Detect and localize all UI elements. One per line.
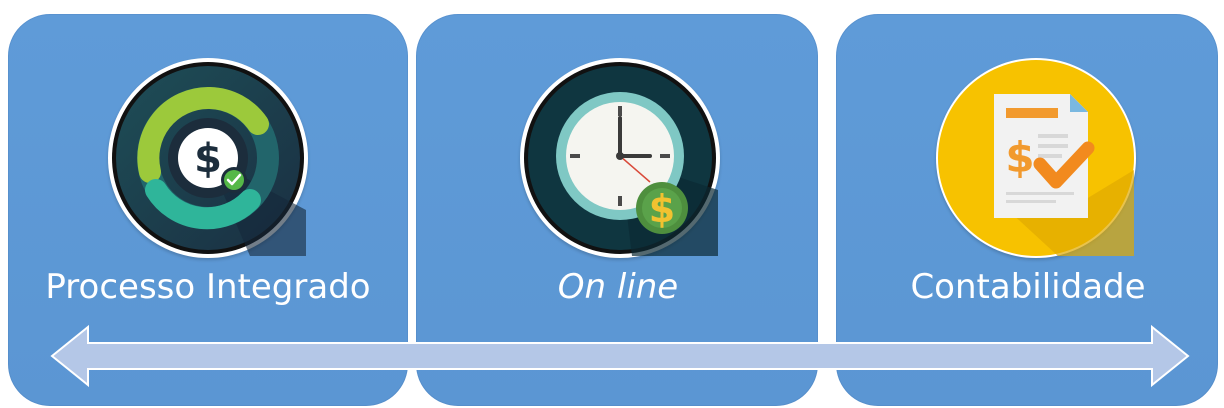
invoice-check-icon: $ xyxy=(936,58,1136,258)
svg-text:$: $ xyxy=(649,187,675,231)
label-on-line: On line xyxy=(557,267,679,307)
label-contabilidade: Contabilidade xyxy=(910,267,1146,307)
dollar-ring-icon: $ xyxy=(108,58,308,258)
svg-text:$: $ xyxy=(194,136,222,182)
label-processo-integrado: Processo Integrado xyxy=(45,267,371,307)
diagram: $ $ $ Processo Integrado On line Contabi… xyxy=(0,0,1224,408)
clock-dollar-icon: $ xyxy=(520,58,720,258)
svg-text:$: $ xyxy=(1005,133,1034,182)
